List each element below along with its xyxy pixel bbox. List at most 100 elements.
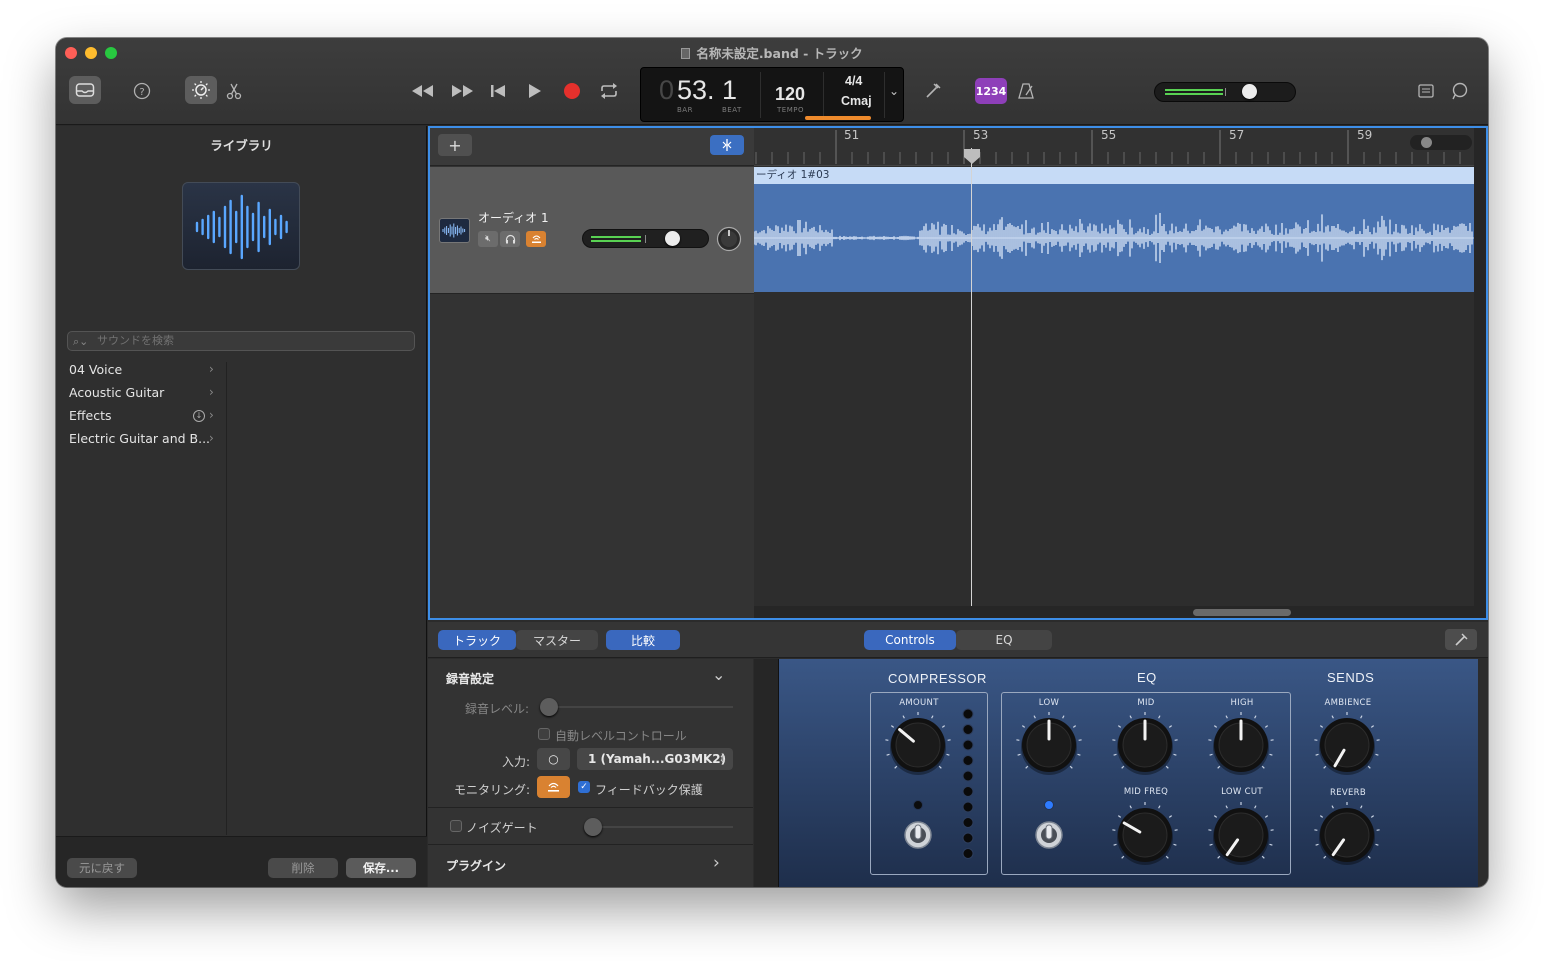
recording-settings-header[interactable]: 録音設定 xyxy=(446,670,494,687)
knob-tick xyxy=(1072,725,1077,728)
tab-controls[interactable]: Controls xyxy=(864,630,956,650)
recording-level-knob[interactable] xyxy=(540,698,558,716)
library-panel: ライブラリ ⌕⌄ サウンドを検索 04 Voice › Acoustic Gui… xyxy=(56,126,427,887)
chevron-down-icon[interactable]: ⌄ xyxy=(712,665,725,684)
knob-tick xyxy=(890,725,895,728)
knob-tick xyxy=(1173,843,1177,846)
lcd-bar-prefix: 0 xyxy=(659,75,675,105)
category-item[interactable]: Electric Guitar and B... xyxy=(69,431,210,446)
library-icon xyxy=(75,83,95,97)
mute-button[interactable]: 🔇︎ xyxy=(478,231,498,247)
smart-controls-header: トラック マスター 比較 Controls EQ xyxy=(428,622,1488,658)
metronome-button[interactable] xyxy=(1013,78,1039,104)
knob-tick xyxy=(1165,765,1169,769)
revert-button[interactable]: 元に戻す xyxy=(67,858,137,878)
noise-gate-slider[interactable] xyxy=(584,818,733,836)
zoom-slider[interactable] xyxy=(1410,135,1472,150)
chevron-right-icon[interactable]: › xyxy=(713,853,720,873)
search-icon: ⌕⌄ xyxy=(73,335,89,348)
master-volume-slider[interactable] xyxy=(1154,82,1296,102)
knob-tick xyxy=(1021,725,1026,728)
compressor-switch xyxy=(904,800,932,849)
go-to-beginning-button[interactable] xyxy=(485,78,511,104)
download-icon[interactable]: ↓ xyxy=(193,410,205,422)
lcd-menu-chevron-icon[interactable]: ⌄ xyxy=(889,84,899,98)
recording-level-label: 録音レベル: xyxy=(465,702,530,716)
tab-eq[interactable]: EQ xyxy=(956,630,1052,650)
gain-reduction-led xyxy=(962,739,974,751)
lcd-display[interactable]: 0 53. 1 BAR BEAT 120 TEMPO 4/4 Cmaj ⌄ xyxy=(640,67,904,122)
solo-button[interactable] xyxy=(500,231,520,247)
delete-button[interactable]: 削除 xyxy=(268,858,338,878)
loop-browser-button[interactable] xyxy=(1447,78,1473,104)
cycle-button[interactable] xyxy=(596,78,622,104)
divider xyxy=(428,807,753,808)
master-volume-knob[interactable] xyxy=(1242,84,1257,99)
scissors-icon xyxy=(226,83,242,100)
category-item[interactable]: 04 Voice xyxy=(69,362,122,377)
track-volume-slider[interactable] xyxy=(582,229,709,248)
ruler[interactable]: 51 53 55 57 59 xyxy=(754,128,1474,166)
input-format-button[interactable]: ○ xyxy=(537,748,570,770)
inspector-icon xyxy=(1455,633,1468,646)
compare-button[interactable]: 比較 xyxy=(606,630,680,650)
record-button[interactable] xyxy=(559,78,585,104)
sound-search-input[interactable]: ⌕⌄ サウンドを検索 xyxy=(67,331,415,351)
auto-level-checkbox[interactable] xyxy=(538,728,550,740)
zoom-slider-knob[interactable] xyxy=(1421,137,1432,148)
track-volume-knob[interactable] xyxy=(665,231,680,246)
knob-tick xyxy=(1069,765,1073,769)
lcd-tempo[interactable]: 120 xyxy=(775,84,805,105)
knob-tick xyxy=(1254,805,1257,809)
play-button[interactable] xyxy=(522,78,548,104)
knob-tick xyxy=(1158,805,1161,809)
fast-forward-icon xyxy=(452,85,473,97)
tab-master[interactable]: マスター xyxy=(516,630,598,650)
knob-tick xyxy=(938,765,942,769)
monitoring-button[interactable] xyxy=(537,776,570,798)
smart-controls-button[interactable] xyxy=(185,76,217,104)
tuner-button[interactable] xyxy=(920,78,946,104)
track-header-column: + オーディオ 1 🔇︎ xyxy=(430,128,754,618)
smart-controls-inspector-button[interactable] xyxy=(1445,629,1477,650)
pan-knob[interactable] xyxy=(716,226,742,252)
category-item[interactable]: Acoustic Guitar xyxy=(69,385,164,400)
plugins-header[interactable]: プラグイン xyxy=(446,857,506,874)
rewind-button[interactable] xyxy=(408,78,438,104)
library-toggle-button[interactable] xyxy=(69,76,101,104)
track-name[interactable]: オーディオ 1 xyxy=(478,209,549,226)
playhead[interactable] xyxy=(971,148,972,606)
knob-tick xyxy=(1129,805,1132,809)
low-knob xyxy=(1016,712,1082,775)
noise-gate-knob[interactable] xyxy=(584,818,602,836)
feedback-protection-checkbox[interactable]: ✓ xyxy=(578,781,590,793)
tracks-area: + オーディオ 1 🔇︎ 51 53 55 57 59 ーディオ 1#03 xyxy=(428,126,1488,620)
fast-forward-button[interactable] xyxy=(447,78,477,104)
track-header[interactable]: オーディオ 1 🔇︎ xyxy=(430,167,754,294)
category-item[interactable]: Effects xyxy=(69,408,112,423)
input-device-select[interactable]: 1 (Yamah...G03MK2) ⇕ xyxy=(577,748,733,770)
playhead-handle[interactable] xyxy=(963,148,981,165)
lcd-key[interactable]: Cmaj xyxy=(841,94,872,108)
lcd-time-signature[interactable]: 4/4 xyxy=(845,74,862,88)
editors-button[interactable] xyxy=(222,78,246,104)
region-name: ーディオ 1#03 xyxy=(754,167,1474,184)
lcd-bar-label: BAR xyxy=(677,106,693,114)
vertical-scrollbar-track[interactable] xyxy=(1474,128,1486,606)
add-track-button[interactable]: + xyxy=(438,134,472,156)
save-button[interactable]: 保存... xyxy=(346,858,416,878)
catch-playhead-button[interactable] xyxy=(710,135,744,155)
noise-gate-label: ノイズゲート xyxy=(466,821,538,835)
tab-track[interactable]: トラック xyxy=(438,630,516,650)
horizontal-scrollbar[interactable] xyxy=(1193,609,1291,616)
notepad-button[interactable] xyxy=(1413,78,1439,104)
knob-tick xyxy=(1269,843,1273,846)
input-monitoring-button[interactable] xyxy=(526,231,546,247)
count-in-button[interactable]: 1234 xyxy=(975,78,1007,104)
gain-reduction-led xyxy=(962,770,974,782)
audio-region[interactable]: ーディオ 1#03 xyxy=(754,167,1474,292)
lcd-tempo-label: TEMPO xyxy=(777,106,804,114)
recording-level-slider[interactable] xyxy=(540,698,733,716)
help-button[interactable]: ? xyxy=(128,78,156,104)
noise-gate-checkbox[interactable] xyxy=(450,820,462,832)
